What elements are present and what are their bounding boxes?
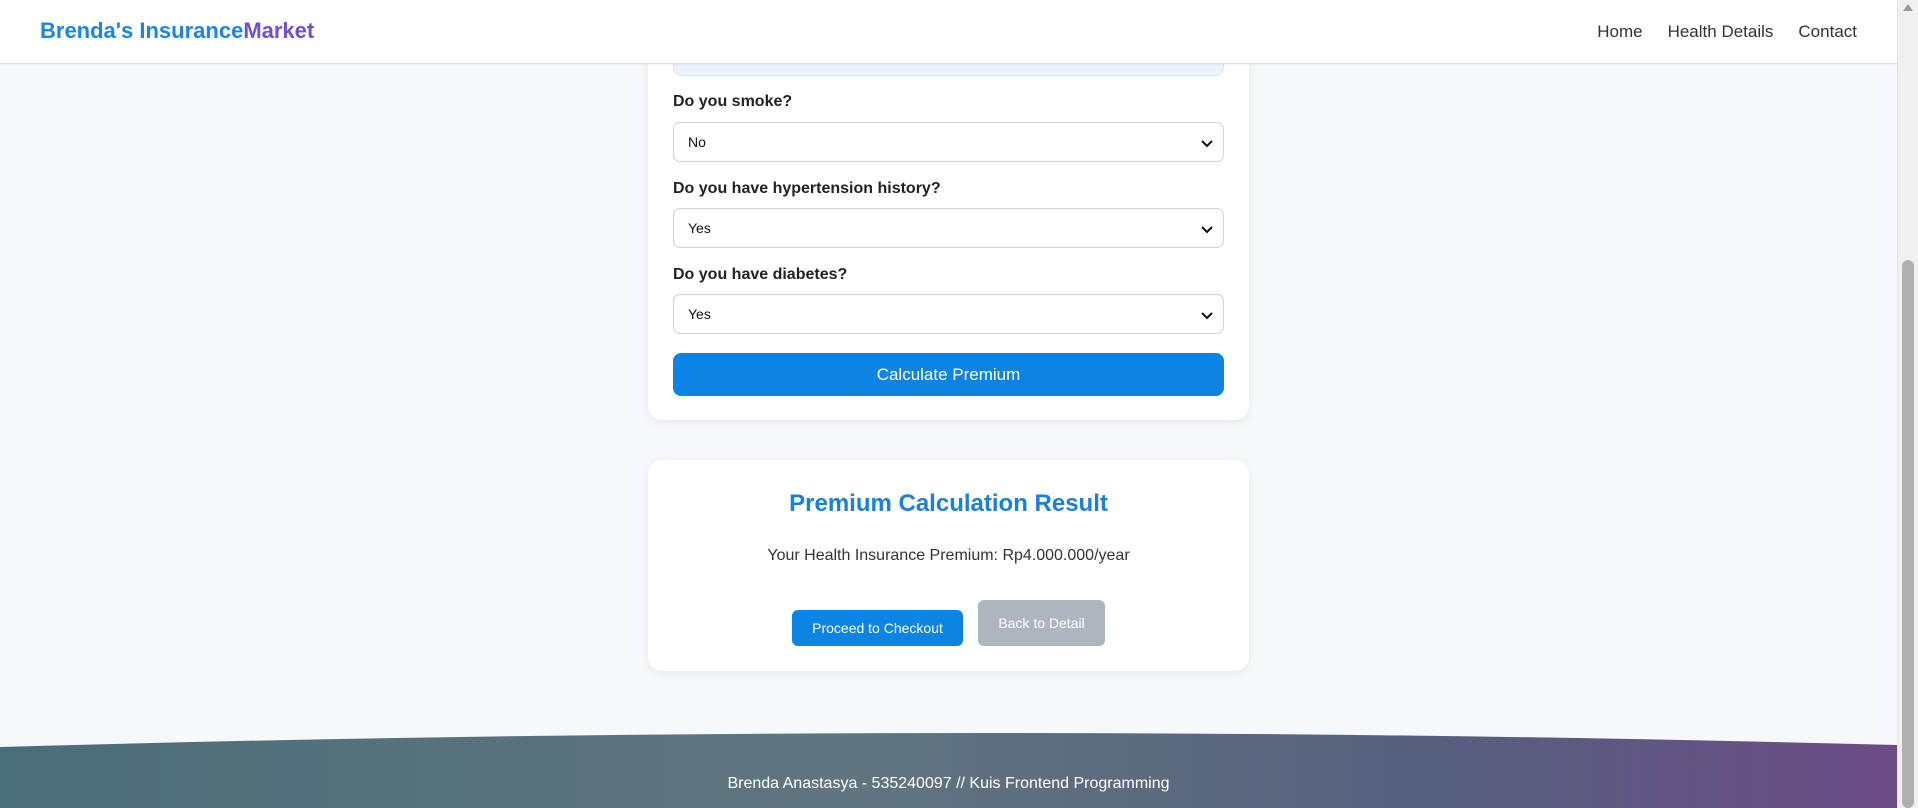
nav-link-home[interactable]: Home — [1597, 22, 1642, 42]
result-title: Premium Calculation Result — [789, 490, 1108, 517]
footer-credit-text: Brenda Anastasya - 535240097 // Kuis Fro… — [727, 775, 1170, 792]
premium-result-text: Your Health Insurance Premium: Rp4.000.0… — [767, 547, 1130, 564]
scroll-up-arrow-icon[interactable] — [1903, 4, 1913, 11]
hypertension-select[interactable]: Yes — [673, 208, 1224, 248]
nav-link-contact[interactable]: Contact — [1798, 22, 1857, 42]
diabetes-select[interactable]: Yes — [673, 294, 1224, 334]
health-form-card: Do you smoke? No Do you have hypertensio… — [648, 20, 1249, 420]
smoke-select-value: No — [688, 134, 706, 150]
brand-name-part2: Market — [243, 18, 315, 43]
chevron-down-icon — [1201, 226, 1213, 234]
chevron-down-icon — [1201, 140, 1213, 148]
brand-logo[interactable]: Brenda's InsuranceMarket — [40, 18, 314, 44]
calculate-premium-button[interactable]: Calculate Premium — [673, 353, 1224, 396]
footer: Brenda Anastasya - 535240097 // Kuis Fro… — [0, 732, 1897, 808]
hypertension-select-value: Yes — [688, 220, 711, 236]
hypertension-question-label: Do you have hypertension history? — [673, 180, 941, 197]
footer-wave-background — [0, 732, 1897, 808]
page-viewport: Brenda's InsuranceMarket Home Health Det… — [0, 0, 1897, 808]
chevron-down-icon — [1201, 312, 1213, 320]
premium-result-card: Premium Calculation Result Your Health I… — [648, 460, 1249, 671]
scrollbar-thumb[interactable] — [1902, 260, 1914, 808]
nav-link-health-details[interactable]: Health Details — [1668, 22, 1774, 42]
smoke-question-label: Do you smoke? — [673, 93, 793, 110]
back-to-detail-button[interactable]: Back to Detail — [978, 600, 1105, 646]
proceed-to-checkout-button[interactable]: Proceed to Checkout — [792, 610, 963, 646]
diabetes-question-label: Do you have diabetes? — [673, 266, 848, 283]
diabetes-select-value: Yes — [688, 306, 711, 322]
brand-name-part1: Brenda's Insurance — [40, 18, 244, 43]
page-scrollbar[interactable] — [1897, 0, 1918, 808]
smoke-select[interactable]: No — [673, 122, 1224, 162]
nav-links: Home Health Details Contact — [1597, 22, 1857, 42]
navbar: Brenda's InsuranceMarket Home Health Det… — [0, 0, 1897, 64]
